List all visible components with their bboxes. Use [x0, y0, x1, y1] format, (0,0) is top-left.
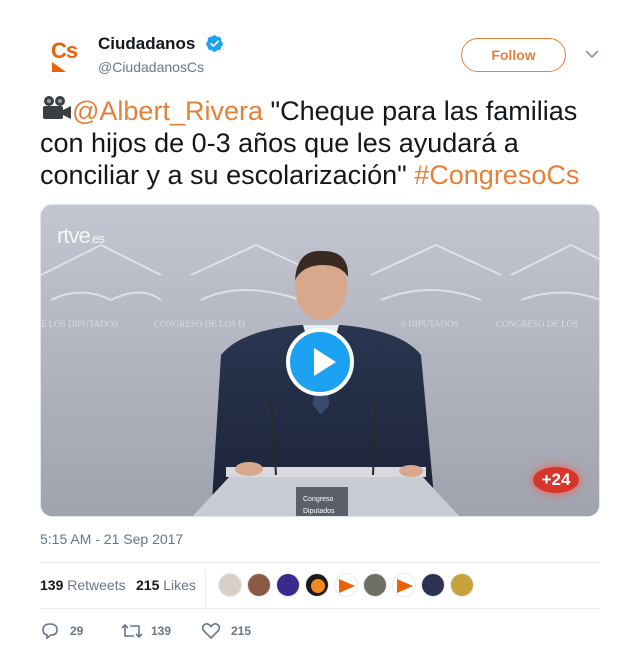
chevron-down-icon[interactable]	[584, 46, 600, 62]
reply-icon	[42, 623, 58, 640]
rtve-watermark: rtve.es	[57, 223, 105, 249]
likes-stat[interactable]: 215 Likes	[136, 577, 196, 593]
reply-count: 29	[70, 624, 84, 638]
avatar[interactable]	[363, 573, 387, 597]
video-player[interactable]: E LOS DIPUTADOS CONGRESO DE LOS D S DIPU…	[40, 204, 600, 517]
tweet-timestamp[interactable]: 5:15 AM - 21 Sep 2017	[40, 531, 183, 547]
avatar-logo-text: Cs	[51, 38, 78, 63]
svg-text:Congreso: Congreso	[303, 496, 333, 503]
svg-text:Diputados: Diputados	[303, 508, 335, 515]
retweet-count: 139	[151, 624, 172, 638]
retweet-icon	[121, 623, 143, 639]
tweet-text: @Albert_Rivera "Cheque para las familias…	[40, 95, 610, 191]
avatar[interactable]	[450, 573, 474, 597]
play-icon	[314, 348, 336, 376]
cs-logo-icon	[339, 579, 355, 593]
retweets-count: 139	[40, 577, 64, 593]
svg-text:E LOS DIPUTADOS: E LOS DIPUTADOS	[41, 319, 118, 329]
pumpkin-icon	[311, 579, 325, 593]
watermark-suffix: .es	[89, 231, 105, 246]
account-handle[interactable]: @CiudadanosCs	[98, 59, 204, 75]
retweets-stat[interactable]: 139 Retweets	[40, 577, 126, 593]
tweet-actions: 29 139 215	[40, 620, 600, 644]
avatar[interactable]	[276, 573, 300, 597]
watermark-text: rtve	[57, 223, 91, 248]
display-name[interactable]: Ciudadanos	[98, 34, 195, 54]
stats-separator	[205, 571, 206, 608]
svg-text:CONGRESO DE LOS D: CONGRESO DE LOS D	[154, 319, 245, 329]
channel-badge: +24	[533, 467, 579, 493]
retweets-label: Retweets	[67, 577, 126, 593]
likes-label: Likes	[163, 577, 196, 593]
hashtag-link[interactable]: #CongresoCs	[414, 160, 579, 190]
avatar[interactable]	[392, 573, 416, 597]
like-count: 215	[231, 624, 252, 638]
avatar[interactable]	[218, 573, 242, 597]
reply-button[interactable]: 29	[40, 620, 100, 642]
tweet-stats: 139 Retweets 215 Likes	[40, 563, 600, 608]
retweet-button[interactable]: 139	[121, 620, 191, 642]
avatar[interactable]	[305, 573, 329, 597]
follow-button[interactable]: Follow	[461, 38, 566, 72]
svg-text:CONGRESO DE LOS: CONGRESO DE LOS	[496, 319, 578, 329]
svg-text:S DIPUTADOS: S DIPUTADOS	[401, 319, 459, 329]
like-button[interactable]: 215	[201, 620, 271, 642]
play-button[interactable]	[286, 328, 354, 396]
tweet-header: Cs Ciudadanos @CiudadanosCs Follow	[40, 30, 600, 82]
avatar[interactable]	[421, 573, 445, 597]
avatar[interactable]	[334, 573, 358, 597]
divider	[40, 608, 600, 609]
verified-badge-icon	[206, 35, 223, 52]
mention-link[interactable]: @Albert_Rivera	[72, 96, 263, 126]
heart-icon	[201, 623, 221, 640]
avatar[interactable]	[247, 573, 271, 597]
avatar-logo-mark	[52, 62, 66, 72]
movie-camera-icon	[43, 96, 71, 119]
likes-count: 215	[136, 577, 160, 593]
cs-logo-icon	[397, 579, 413, 593]
avatar[interactable]: Cs	[40, 32, 88, 80]
